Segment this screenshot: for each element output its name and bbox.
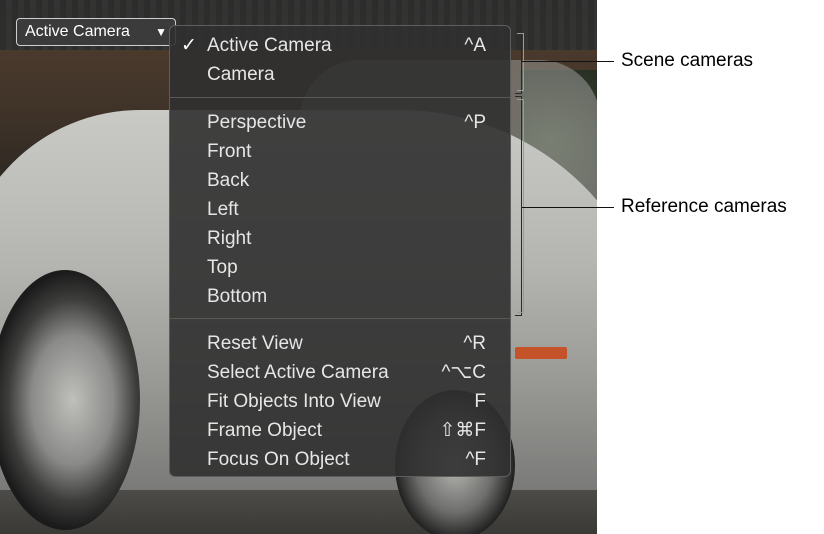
menu-item-label: Perspective [207,112,307,133]
camera-popup-label: Active Camera [25,23,130,40]
menu-item-label: Bottom [207,286,268,307]
menu-item-bottom[interactable]: Bottom [170,284,510,310]
menu-separator [170,97,510,98]
chevron-down-icon: ▼ [155,25,167,39]
menu-item-shortcut: ^P [464,112,486,133]
menu-item-perspective[interactable]: Perspective ^P [170,110,510,136]
menu-separator [170,318,510,319]
menu-item-label: Focus On Object [207,449,350,470]
menu-item-shortcut: ^F [465,449,486,470]
reference-cameras-leader-line [522,207,614,208]
menu-item-front[interactable]: Front [170,139,510,165]
scene-cameras-callout: Scene cameras [621,50,754,71]
menu-item-label: Frame Object [207,420,323,441]
menu-item-back[interactable]: Back [170,168,510,194]
menu-item-shortcut: ^A [464,35,486,56]
menu-item-reset-view[interactable]: Reset View ^R [170,331,510,357]
menu-item-label: Right [207,228,252,249]
menu-item-camera[interactable]: Camera [170,62,510,88]
scene-cameras-bracket-inner [517,33,524,91]
menu-item-right[interactable]: Right [170,226,510,252]
menu-item-shortcut: ^R [463,333,486,354]
checkmark-icon: ✓ [181,35,197,56]
menu-item-fit-objects-into-view[interactable]: Fit Objects Into View F [170,389,510,415]
reference-cameras-callout: Reference cameras [621,196,787,217]
menu-item-select-active-camera[interactable]: Select Active Camera ^⌥C [170,360,510,386]
scene-cameras-leader-line [522,61,614,62]
menu-item-top[interactable]: Top [170,255,510,281]
menu-item-label: Camera [207,64,275,85]
menu-item-label: Front [207,141,252,162]
menu-item-label: Left [207,199,239,220]
menu-item-focus-on-object[interactable]: Focus On Object ^F [170,447,510,473]
menu-item-label: Back [207,170,250,191]
menu-item-label: Reset View [207,333,303,354]
camera-popup-button[interactable]: Active Camera ▼ [16,18,176,46]
camera-menu: ✓ Active Camera ^A Camera Perspective ^P… [169,25,511,477]
menu-item-label: Fit Objects Into View [207,391,381,412]
menu-item-shortcut: F [474,391,486,412]
menu-item-label: Select Active Camera [207,362,389,383]
menu-item-frame-object[interactable]: Frame Object ⇧⌘F [170,418,510,444]
menu-item-shortcut: ⇧⌘F [439,420,486,441]
reference-cameras-bracket-inner [517,99,524,313]
menu-item-left[interactable]: Left [170,197,510,223]
menu-item-label: Active Camera [207,35,332,56]
menu-item-label: Top [207,257,238,278]
menu-item-shortcut: ^⌥C [441,362,486,383]
menu-item-active-camera[interactable]: ✓ Active Camera ^A [170,33,510,59]
car-side-marker-image [515,347,567,359]
